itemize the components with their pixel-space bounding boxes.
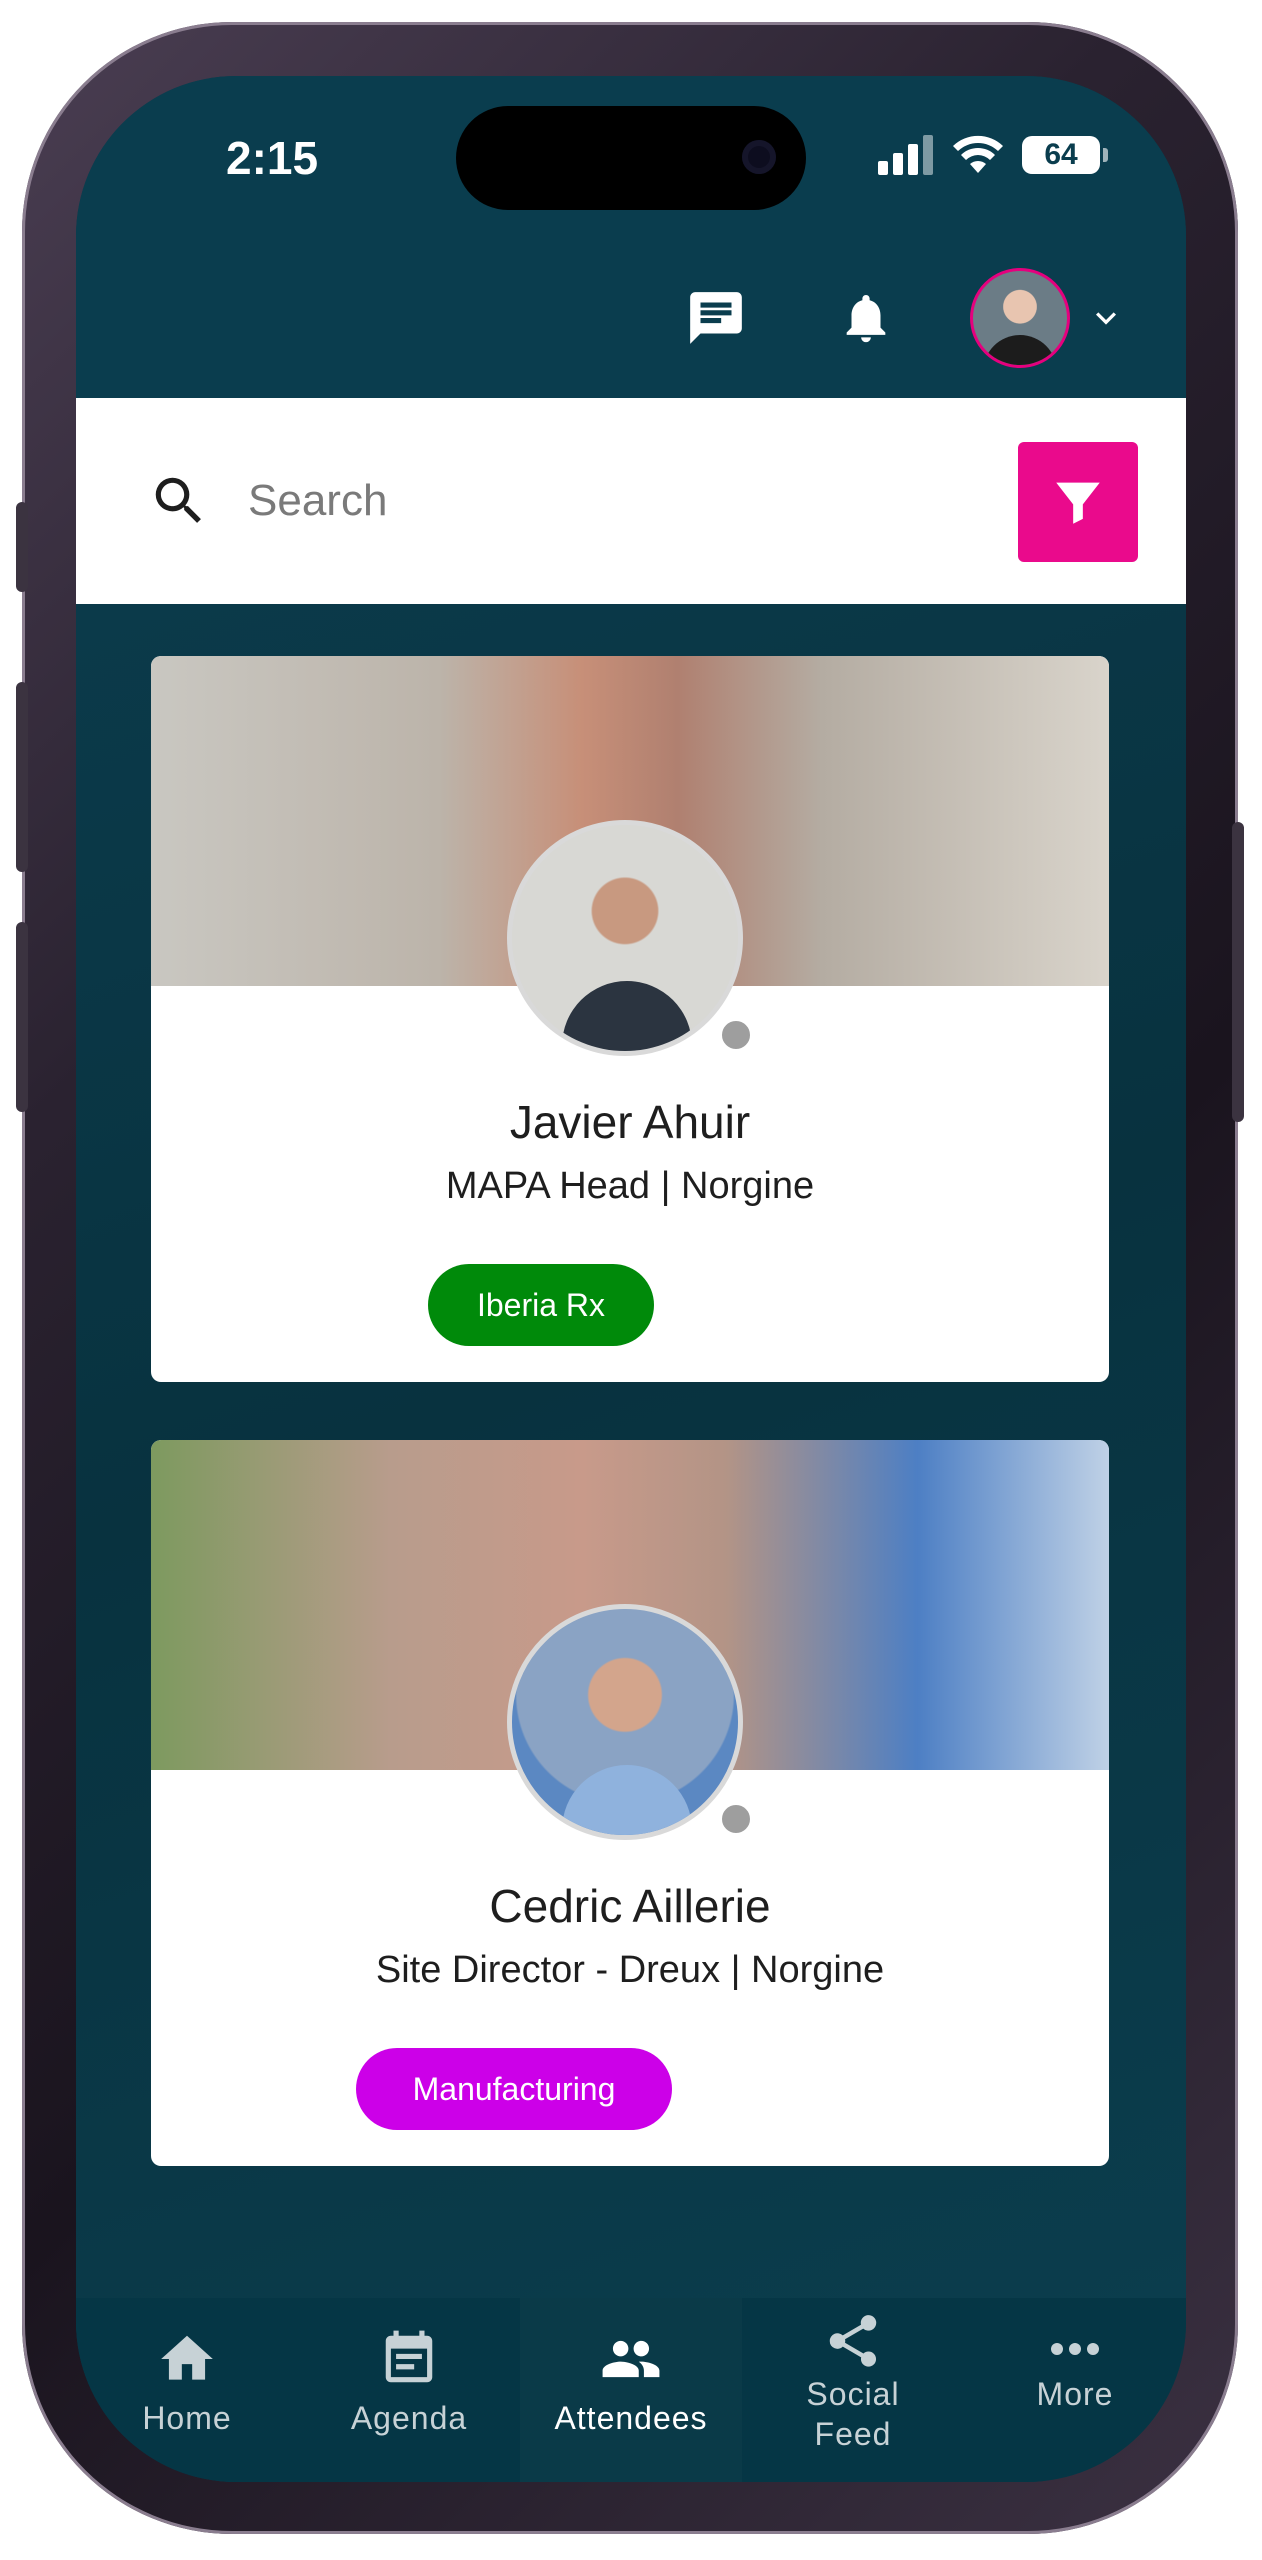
nav-more[interactable]: More (964, 2298, 1186, 2482)
attendee-title: Site Director - Dreux | Norgine (375, 1949, 885, 1991)
search-input[interactable] (246, 460, 810, 542)
people-icon (602, 2340, 660, 2378)
chevron-down-icon (1096, 312, 1116, 325)
nav-attendees[interactable]: Attendees (520, 2298, 742, 2482)
attendee-photo (507, 1604, 743, 1840)
attendee-card[interactable]: Cedric Aillerie Site Director - Dreux | … (151, 1440, 1109, 2166)
bottom-nav: Home Agenda Attendees Social Feed More (76, 2298, 1186, 2482)
attendee-name: Javier Ahuir (509, 1096, 751, 1148)
profile-menu-button[interactable] (970, 268, 1126, 368)
side-button-silent (16, 502, 28, 592)
nav-home-label: Home (142, 2400, 232, 2436)
wifi-icon (953, 135, 1003, 173)
nav-social-feed[interactable]: Social Feed (742, 2298, 964, 2482)
top-bar: 2:15 64 (76, 76, 1186, 398)
camera-icon (742, 140, 776, 174)
attendee-card[interactable]: Javier Ahuir MAPA Head | Norgine Iberia … (151, 656, 1109, 1382)
share-icon (829, 2315, 877, 2367)
attendee-title: MAPA Head | Norgine (445, 1165, 815, 1207)
side-button-volume-down (16, 922, 28, 1112)
more-icon (1051, 2343, 1099, 2355)
nav-social-feed-label: Social Feed (806, 2376, 900, 2452)
attendee-photo (507, 820, 743, 1056)
side-button-power (1232, 822, 1244, 1122)
filter-button[interactable] (1018, 442, 1138, 562)
status-icons: 64 (878, 130, 1108, 180)
attendee-tag: Iberia Rx (428, 1264, 654, 1346)
dynamic-island (456, 106, 806, 210)
chat-icon (690, 292, 742, 344)
filter-icon (1056, 482, 1100, 524)
attendee-tag: Manufacturing (356, 2048, 672, 2130)
battery-icon: 64 (1022, 136, 1108, 174)
status-time: 2:15 (226, 132, 319, 184)
presence-status-dot (719, 1018, 753, 1052)
messages-button[interactable] (664, 266, 768, 370)
search-bar (76, 398, 1186, 604)
nav-attendees-label: Attendees (554, 2400, 708, 2436)
signal-icon (878, 135, 933, 175)
side-button-volume-up (16, 682, 28, 872)
search-icon (155, 477, 201, 523)
calendar-icon (385, 2330, 433, 2383)
nav-agenda-label: Agenda (350, 2400, 468, 2436)
avatar (970, 268, 1070, 368)
attendee-name: Cedric Aillerie (489, 1880, 771, 1932)
app-screen: 2:15 64 Search Javier Ahuir MAPA Head | … (76, 76, 1186, 2482)
attendee-list: Javier Ahuir MAPA Head | Norgine Iberia … (76, 604, 1186, 2298)
nav-more-label: More (1036, 2376, 1114, 2412)
home-icon (161, 2335, 213, 2380)
header-actions (664, 266, 1126, 370)
nav-agenda[interactable]: Agenda (298, 2298, 520, 2482)
presence-status-dot (719, 1802, 753, 1836)
nav-home[interactable]: Home (76, 2298, 298, 2482)
bell-icon (846, 295, 886, 343)
notifications-button[interactable] (814, 266, 918, 370)
